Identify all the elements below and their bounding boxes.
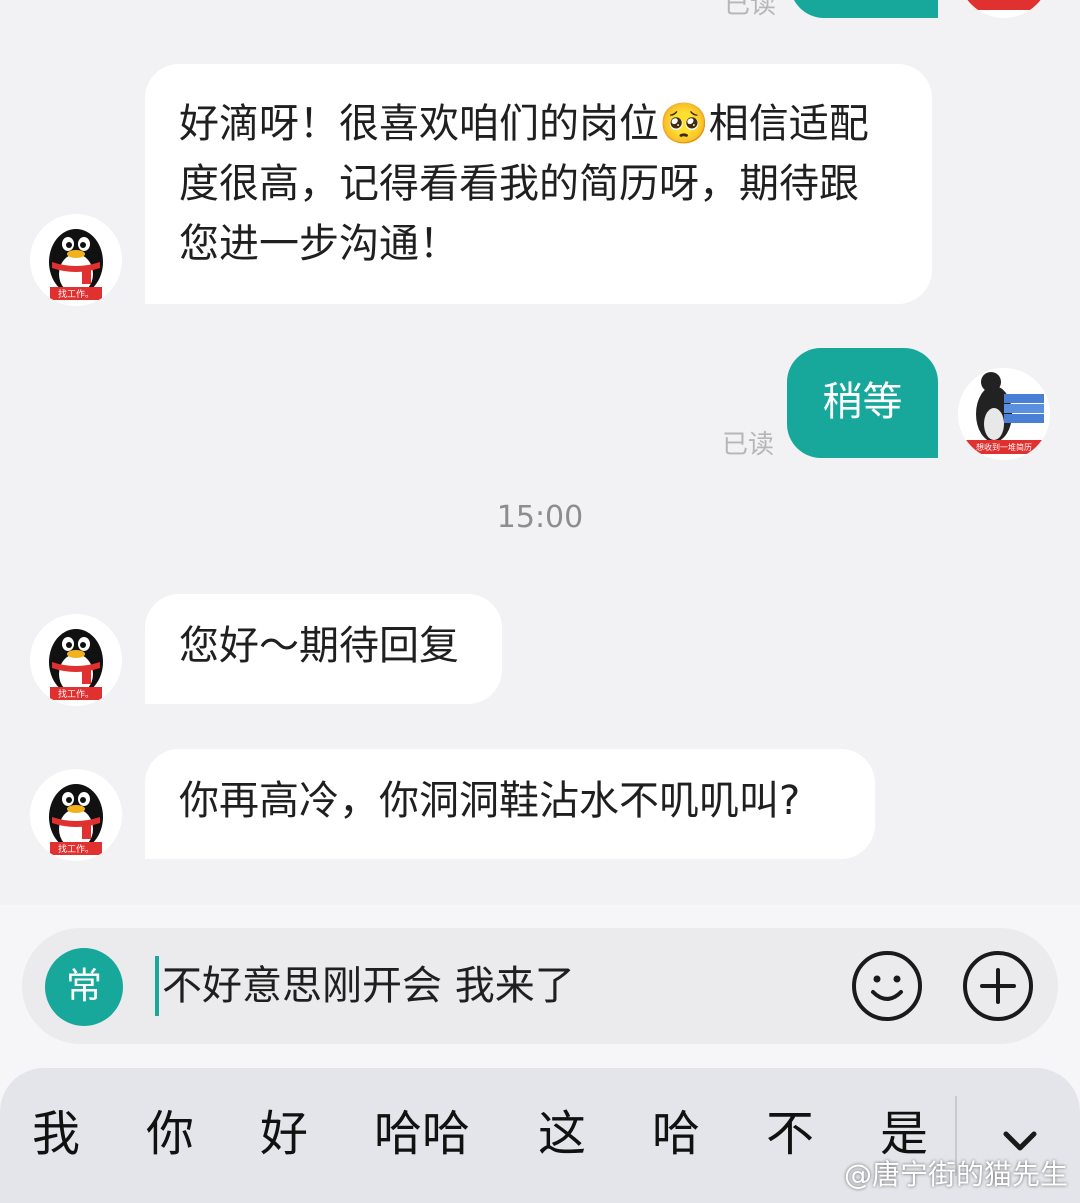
input-bar: 常 不好意思刚开会 我来了 [0, 905, 1080, 1065]
keyboard: 我 你 好 哈哈 这 哈 不 是 @唐宁街的猫先生 [0, 1065, 1080, 1203]
candidate-word[interactable]: 哈哈 [374, 1104, 470, 1164]
penguin-icon: 找工作。 [49, 629, 103, 700]
emoji-button[interactable] [851, 950, 923, 1022]
my-avatar-top[interactable] [958, 0, 1050, 18]
candidate-word[interactable]: 这 [538, 1104, 586, 1164]
penguin-icon [966, 0, 1042, 10]
svg-text:找工作。: 找工作。 [58, 288, 94, 300]
watermark: @唐宁街的猫先生 [843, 1158, 1068, 1191]
candidate-word[interactable]: 不 [766, 1104, 814, 1164]
quick-phrase-button[interactable]: 常 [45, 948, 123, 1026]
candidate-word[interactable]: 我 [32, 1104, 80, 1164]
svg-text:找工作。: 找工作。 [58, 843, 94, 855]
message-bubble[interactable]: 你再高冷，你洞洞鞋沾水不叽叽叫? [145, 749, 875, 859]
smiley-icon [852, 951, 922, 1021]
message-input[interactable]: 常 不好意思刚开会 我来了 [22, 928, 1058, 1044]
contact-avatar[interactable]: 找工作。 [30, 214, 122, 306]
contact-avatar[interactable]: 找工作。 [30, 769, 122, 861]
candidate-word[interactable]: 你 [146, 1104, 194, 1164]
input-text[interactable]: 不好意思刚开会 我来了 [162, 956, 575, 1016]
read-status-top: 已读 [724, 0, 777, 20]
candidate-word[interactable]: 好 [260, 1104, 308, 1164]
svg-text:找工作。: 找工作。 [58, 688, 94, 700]
my-message-bubble[interactable]: 稍等 [787, 348, 938, 458]
message-bubble-prev[interactable] [790, 0, 938, 18]
chat-area: 已读 找工作。 好滴呀！很喜欢咱们的岗位🥺相信适配度很高，记得看看我的简历呀，期… [0, 0, 1080, 905]
plus-icon [963, 951, 1033, 1021]
penguin-icon: 找工作。 [49, 784, 103, 855]
message-bubble[interactable]: 好滴呀！很喜欢咱们的岗位🥺相信适配度很高，记得看看我的简历呀，期待跟您进一步沟通… [145, 64, 932, 304]
penguin-icon: 找工作。 [49, 229, 103, 300]
my-avatar[interactable]: 想收到一堆简历 [958, 368, 1050, 460]
contact-avatar[interactable]: 找工作。 [30, 614, 122, 706]
penguin-with-files-icon: 想收到一堆简历 [958, 368, 1050, 460]
read-status: 已读 [722, 430, 775, 460]
candidate-word[interactable]: 哈 [652, 1104, 700, 1164]
text-caret [155, 956, 159, 1016]
timestamp: 15:00 [496, 500, 584, 535]
message-bubble[interactable]: 您好～期待回复 [145, 594, 502, 704]
svg-text:想收到一堆简历: 想收到一堆简历 [976, 442, 1032, 452]
more-button[interactable] [962, 950, 1034, 1022]
